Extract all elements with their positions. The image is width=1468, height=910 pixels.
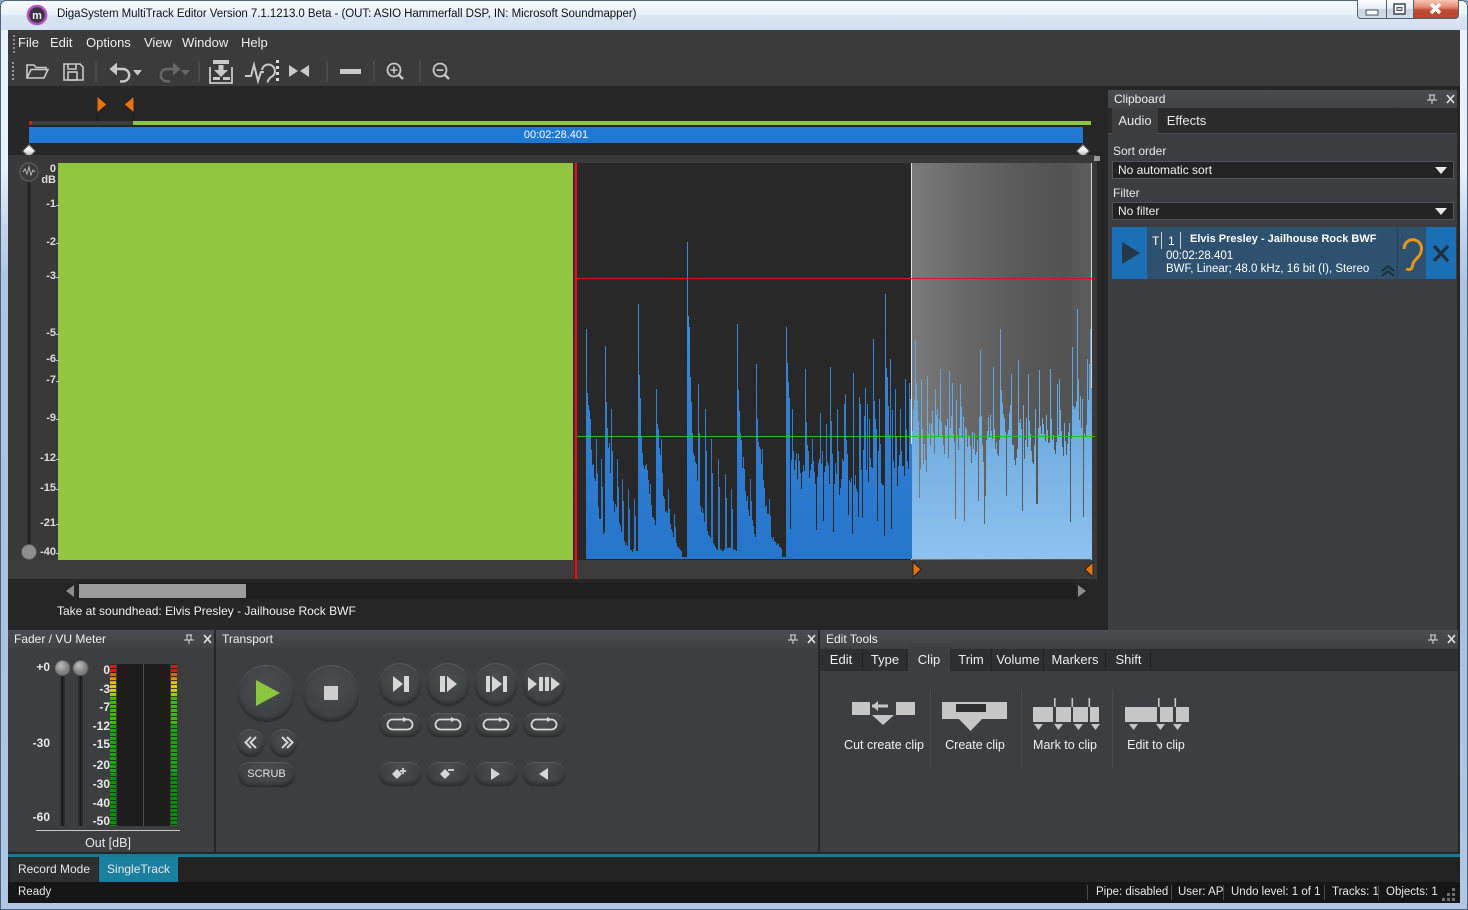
svg-text:m: m — [32, 10, 42, 22]
